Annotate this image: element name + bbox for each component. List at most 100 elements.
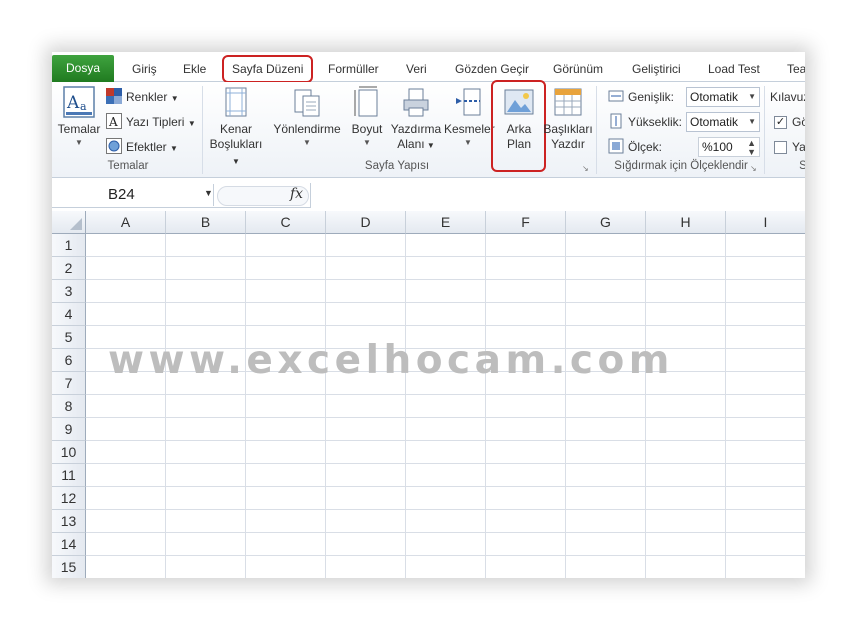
fonts-button[interactable]: A Yazı Tipleri ▼ <box>106 111 196 133</box>
tab-load-test[interactable]: Load Test <box>704 58 764 80</box>
height-select[interactable]: Otomatik ▼ <box>686 112 760 132</box>
select-all-button[interactable] <box>52 211 86 234</box>
name-box[interactable]: B24 <box>52 184 214 206</box>
row-header[interactable]: 8 <box>52 395 86 418</box>
themes-icon: A a <box>63 86 95 118</box>
row-header[interactable]: 15 <box>52 556 86 578</box>
ribbon-tab-bar: Dosya Giriş Ekle Sayfa Düzeni Formüller … <box>52 52 805 83</box>
sheet-options-group-label: S <box>799 160 805 172</box>
row-header[interactable]: 14 <box>52 533 86 556</box>
orientation-icon <box>294 89 320 117</box>
tab-page-layout[interactable]: Sayfa Düzeni <box>222 55 314 83</box>
chevron-down-icon: ▼ <box>170 144 178 153</box>
row-header[interactable]: 7 <box>52 372 86 395</box>
margins-icon <box>225 87 247 117</box>
chevron-down-icon: ▼ <box>748 92 756 101</box>
print-titles-button[interactable]: Başlıkları Yazdır <box>542 86 594 152</box>
column-header[interactable]: I <box>726 211 805 234</box>
chevron-down-icon: ▼ <box>170 94 179 103</box>
column-header[interactable]: D <box>326 211 406 234</box>
gridline <box>86 555 805 556</box>
width-select[interactable]: Otomatik ▼ <box>686 87 760 107</box>
effects-button[interactable]: Efektler ▼ <box>106 136 178 158</box>
height-label: Yükseklik: <box>608 111 682 133</box>
themes-button[interactable]: A a Temalar ▼ <box>56 86 102 149</box>
tab-formulas[interactable]: Formüller <box>324 58 383 80</box>
tab-file[interactable]: Dosya <box>52 55 114 82</box>
size-icon <box>354 86 378 117</box>
gridline <box>86 302 805 303</box>
scale-label: Ölçek: <box>608 136 662 158</box>
column-header[interactable]: E <box>406 211 486 234</box>
width-value: Otomatik <box>690 90 739 104</box>
effects-label: Efektler <box>126 140 167 154</box>
print-area-label-1: Yazdırma <box>390 122 442 136</box>
dialog-launcher-icon[interactable]: ↘ <box>750 164 757 173</box>
width-text: Genişlik: <box>628 90 675 104</box>
tab-review[interactable]: Gözden Geçir <box>451 58 533 80</box>
breaks-button[interactable]: Kesmeler ▼ <box>444 86 495 149</box>
colors-label: Renkler <box>126 90 168 104</box>
chevron-down-icon: ▼ <box>187 119 196 128</box>
row-header[interactable]: 3 <box>52 280 86 303</box>
row-header[interactable]: 2 <box>52 257 86 280</box>
tab-home[interactable]: Giriş <box>128 58 161 80</box>
scale-value: %100 <box>702 140 733 154</box>
worksheet-grid[interactable]: A B C D E F G H I 1 2 3 4 5 6 7 8 9 10 1… <box>52 211 805 578</box>
gridline <box>86 325 805 326</box>
row-header[interactable]: 9 <box>52 418 86 441</box>
scale-spinner[interactable]: %100 ▲ ▼ <box>698 137 760 157</box>
gridlines-view-checkbox[interactable]: ✓ <box>774 116 787 129</box>
print-titles-icon <box>554 88 582 116</box>
gridline <box>86 256 805 257</box>
margins-button[interactable]: Kenar Boşlukları ▼ <box>206 86 266 169</box>
tab-view[interactable]: Görünüm <box>549 58 607 80</box>
row-header[interactable]: 10 <box>52 441 86 464</box>
size-button[interactable]: Boyut ▼ <box>348 86 386 149</box>
group-divider <box>596 86 597 174</box>
row-header[interactable]: 5 <box>52 326 86 349</box>
dialog-launcher-icon[interactable]: ↘ <box>582 164 589 173</box>
tab-insert[interactable]: Ekle <box>179 58 210 80</box>
page-setup-group-label: Sayfa Yapısı <box>364 160 430 172</box>
tab-data[interactable]: Veri <box>402 58 431 80</box>
column-header[interactable]: C <box>246 211 326 234</box>
row-header[interactable]: 6 <box>52 349 86 372</box>
formula-input[interactable] <box>310 183 805 208</box>
formula-bar: B24 ▼ fx <box>52 183 805 208</box>
width-label: Genişlik: <box>608 86 674 108</box>
spinner-arrows-icon[interactable]: ▲ ▼ <box>747 139 756 157</box>
row-header[interactable]: 11 <box>52 464 86 487</box>
tab-developer[interactable]: Geliştirici <box>628 58 685 80</box>
width-icon <box>608 90 624 102</box>
breaks-label: Kesmeler <box>444 122 495 136</box>
chevron-down-icon[interactable]: ▼ <box>204 188 213 198</box>
column-header[interactable]: F <box>486 211 566 234</box>
group-divider <box>202 86 203 174</box>
orientation-button[interactable]: Yönlendirme ▼ <box>271 86 343 149</box>
select-all-triangle-icon <box>70 218 82 230</box>
height-value: Otomatik <box>690 115 739 129</box>
scale-group-label: Sığdırmak için Ölçeklendir <box>614 160 748 172</box>
column-header[interactable]: A <box>86 211 166 234</box>
column-header[interactable]: B <box>166 211 246 234</box>
gridlines-label: Kılavuz <box>770 90 805 104</box>
row-header[interactable]: 1 <box>52 234 86 257</box>
row-header[interactable]: 13 <box>52 510 86 533</box>
gridlines-print-checkbox[interactable] <box>774 141 787 154</box>
row-header[interactable]: 4 <box>52 303 86 326</box>
gridline <box>565 234 566 578</box>
chevron-down-icon: ▼ <box>303 138 311 147</box>
tab-team[interactable]: Tea <box>783 58 805 80</box>
colors-button[interactable]: Renkler ▼ <box>106 86 179 108</box>
insert-function-icon[interactable]: fx <box>290 186 303 202</box>
row-header[interactable]: 12 <box>52 487 86 510</box>
print-area-button[interactable]: Yazdırma Alanı ▼ <box>388 86 444 153</box>
chevron-down-icon: ▼ <box>424 141 435 150</box>
breaks-icon <box>456 88 481 116</box>
gridline <box>245 234 246 578</box>
column-header[interactable]: H <box>646 211 726 234</box>
gridline <box>86 486 805 487</box>
column-header[interactable]: G <box>566 211 646 234</box>
svg-text:A: A <box>66 93 80 113</box>
